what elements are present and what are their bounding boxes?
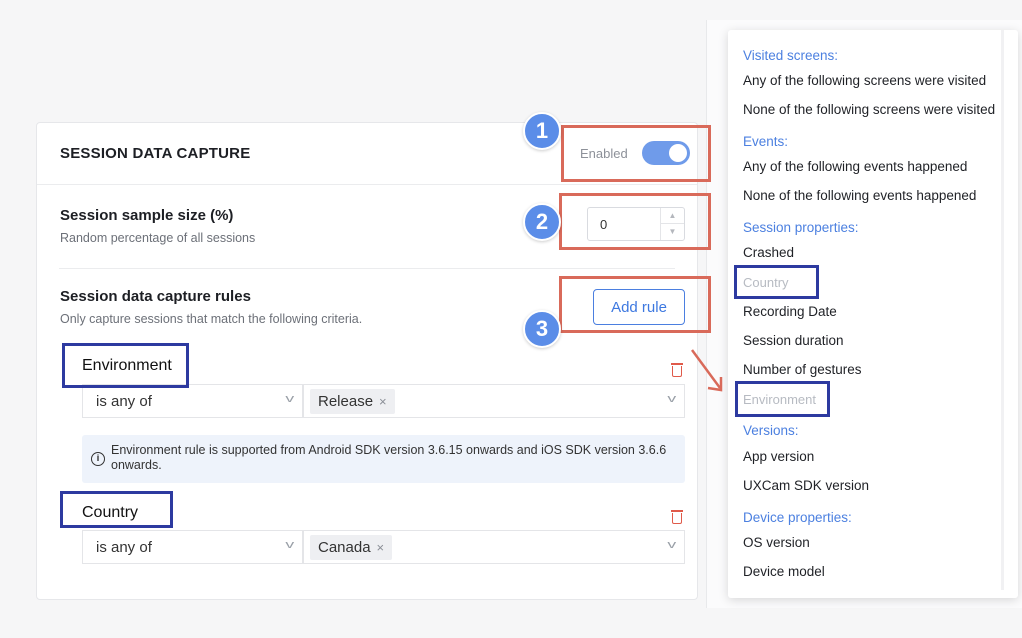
divider bbox=[59, 268, 675, 269]
dropdown-item-app-version[interactable]: App version bbox=[743, 449, 814, 464]
dropdown-item-device-model[interactable]: Device model bbox=[743, 564, 825, 579]
annotation-box-dropdown-country bbox=[734, 265, 819, 299]
dropdown-item-os-version[interactable]: OS version bbox=[743, 535, 810, 550]
delete-rule-environment-icon[interactable] bbox=[670, 362, 684, 377]
dropdown-item-session-duration[interactable]: Session duration bbox=[743, 333, 844, 348]
dropdown-item-recording-date[interactable]: Recording Date bbox=[743, 304, 837, 319]
chevron-down-icon: v bbox=[666, 393, 676, 405]
dropdown-header-events: Events: bbox=[743, 134, 789, 149]
rules-title: Session data capture rules bbox=[60, 288, 251, 305]
add-rule-dropdown: Visited screens: Any of the following sc… bbox=[728, 30, 1018, 598]
dropdown-scrollbar[interactable] bbox=[1001, 30, 1004, 590]
remove-tag-icon[interactable]: × bbox=[379, 394, 387, 409]
trash-lid bbox=[671, 363, 683, 365]
dropdown-item-screens-visited[interactable]: Any of the following screens were visite… bbox=[743, 73, 986, 88]
dropdown-header-visited-screens: Visited screens: bbox=[743, 48, 839, 63]
dropdown-header-session-properties: Session properties: bbox=[743, 220, 859, 235]
operator-value: is any of bbox=[96, 393, 152, 410]
tag-label: Canada bbox=[318, 539, 371, 556]
dropdown-item-events-happened[interactable]: Any of the following events happened bbox=[743, 159, 967, 174]
value-tag-release: Release × bbox=[310, 389, 395, 414]
trash-body bbox=[672, 513, 682, 524]
chevron-down-icon: v bbox=[666, 539, 676, 551]
sample-size-title: Session sample size (%) bbox=[60, 207, 234, 224]
step-badge-1: 1 bbox=[523, 112, 561, 150]
dropdown-item-events-not-happened[interactable]: None of the following events happened bbox=[743, 188, 976, 203]
delete-rule-country-icon[interactable] bbox=[670, 509, 684, 524]
tag-label: Release bbox=[318, 393, 374, 410]
annotation-box-toggle bbox=[561, 125, 711, 182]
dropdown-header-device-properties: Device properties: bbox=[743, 510, 852, 525]
dropdown-item-uxcam-sdk-version[interactable]: UXCam SDK version bbox=[743, 478, 869, 493]
step-badge-3: 3 bbox=[523, 310, 561, 348]
info-icon: i bbox=[91, 452, 105, 466]
environment-info-box: i Environment rule is supported from And… bbox=[82, 435, 685, 483]
annotation-box-add-rule bbox=[559, 276, 711, 333]
annotation-arrow-icon bbox=[690, 349, 723, 392]
dropdown-item-crashed[interactable]: Crashed bbox=[743, 245, 794, 260]
annotation-box-country bbox=[60, 491, 173, 528]
trash-body bbox=[672, 366, 682, 377]
dropdown-item-screens-not-visited[interactable]: None of the following screens were visit… bbox=[743, 102, 995, 117]
environment-values-select[interactable]: Release × v bbox=[303, 384, 685, 418]
remove-tag-icon[interactable]: × bbox=[377, 540, 385, 555]
country-values-select[interactable]: Canada × v bbox=[303, 530, 685, 564]
annotation-box-dropdown-environment bbox=[735, 381, 830, 417]
country-operator-select[interactable]: is any of v bbox=[82, 530, 303, 564]
operator-value: is any of bbox=[96, 539, 152, 556]
info-text: Environment rule is supported from Andro… bbox=[111, 443, 667, 472]
trash-lid bbox=[671, 510, 683, 512]
rules-subtitle: Only capture sessions that match the fol… bbox=[60, 312, 363, 326]
annotation-box-sample-size bbox=[559, 193, 711, 250]
annotation-box-environment bbox=[62, 343, 189, 388]
environment-operator-select[interactable]: is any of v bbox=[82, 384, 303, 418]
dropdown-header-versions: Versions: bbox=[743, 423, 799, 438]
value-tag-canada: Canada × bbox=[310, 535, 393, 560]
card-title: SESSION DATA CAPTURE bbox=[60, 145, 251, 162]
dropdown-item-number-of-gestures[interactable]: Number of gestures bbox=[743, 362, 862, 377]
step-badge-2: 2 bbox=[523, 203, 561, 241]
sample-size-subtitle: Random percentage of all sessions bbox=[60, 231, 256, 245]
chevron-down-icon: v bbox=[284, 539, 294, 551]
chevron-down-icon: v bbox=[284, 393, 294, 405]
